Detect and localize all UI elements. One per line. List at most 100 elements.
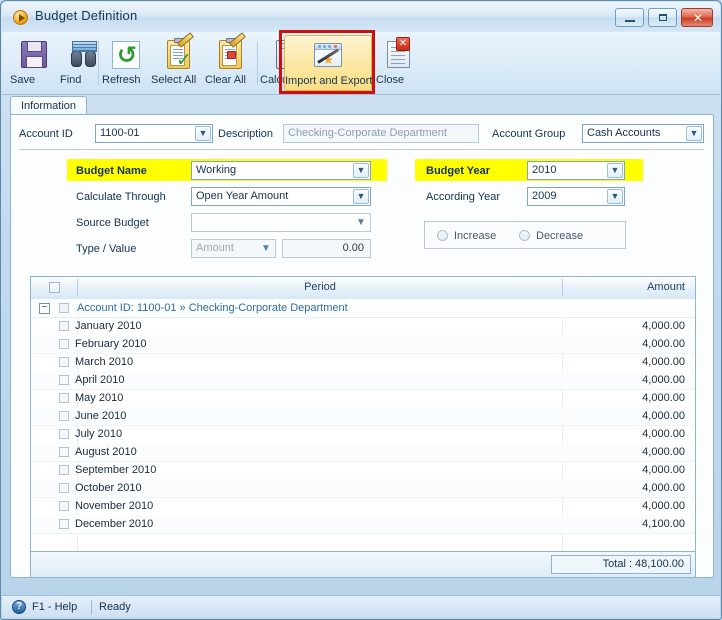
chevron-down-icon[interactable]: ▼	[607, 163, 623, 178]
select-all-label: Select All	[151, 74, 197, 86]
amount-cell: 4,000.00	[642, 392, 685, 404]
period-cell: April 2010	[75, 374, 125, 386]
grid-total-bar: Total : 48,100.00	[30, 552, 696, 578]
table-row[interactable]: January 2010 4,000.00	[31, 317, 695, 336]
table-row[interactable]: April 2010 4,000.00	[31, 371, 695, 390]
chevron-down-icon[interactable]: ▼	[195, 126, 211, 141]
select-all-checkbox[interactable]	[49, 282, 60, 293]
budget-year-value: 2010	[532, 164, 557, 176]
table-row[interactable]: March 2010 4,000.00	[31, 353, 695, 372]
row-checkbox[interactable]	[59, 357, 69, 367]
row-checkbox[interactable]	[59, 393, 69, 403]
description-field[interactable]: Checking-Corporate Department	[283, 124, 479, 143]
account-group-value: Cash Accounts	[587, 127, 661, 139]
type-value: Amount	[196, 242, 234, 254]
row-checkbox[interactable]	[59, 429, 69, 439]
close-button[interactable]: ✕ Close	[376, 35, 422, 91]
budget-year-combo[interactable]: 2010 ▼	[527, 161, 625, 180]
budget-name-value: Working	[196, 164, 237, 176]
period-cell: October 2010	[75, 482, 142, 494]
clear-all-button[interactable]: Clear All	[205, 32, 257, 91]
amount-cell: 4,000.00	[642, 374, 685, 386]
status-text: Ready	[99, 601, 131, 613]
calculate-through-combo[interactable]: Open Year Amount ▼	[191, 187, 371, 206]
tab-strip: Information	[10, 96, 714, 115]
calculate-through-label: Calculate Through	[76, 191, 166, 203]
chevron-down-icon[interactable]: ▼	[686, 126, 702, 141]
chevron-down-icon[interactable]: ▼	[258, 241, 274, 256]
collapse-icon[interactable]: −	[39, 303, 50, 314]
find-label: Find	[60, 74, 82, 86]
refresh-label: Refresh	[102, 74, 141, 86]
row-checkbox[interactable]	[59, 321, 69, 331]
group-row-label: Account ID: 1100-01 » Checking-Corporate…	[77, 302, 348, 314]
row-checkbox[interactable]	[59, 339, 69, 349]
total-value: Total : 48,100.00	[551, 555, 691, 574]
amount-cell: 4,000.00	[642, 338, 685, 350]
period-cell: September 2010	[75, 464, 157, 476]
help-text[interactable]: F1 - Help	[32, 600, 77, 614]
grid-group-row[interactable]: − Account ID: 1100-01 » Checking-Corpora…	[31, 299, 695, 318]
table-row[interactable]: November 2010 4,000.00	[31, 497, 695, 516]
chevron-down-icon[interactable]: ▼	[607, 189, 623, 204]
row-checkbox[interactable]	[59, 501, 69, 511]
period-cell: December 2010	[75, 518, 154, 530]
save-button[interactable]: Save	[10, 35, 58, 91]
find-button[interactable]: Find	[60, 35, 108, 91]
increase-label: Increase	[454, 230, 497, 242]
account-group-combo[interactable]: Cash Accounts ▼	[582, 124, 704, 143]
table-row[interactable]: August 2010 4,000.00	[31, 443, 695, 462]
account-id-combo[interactable]: 1100-01 ▼	[95, 124, 213, 143]
table-row[interactable]: October 2010 4,000.00	[31, 479, 695, 498]
table-row[interactable]: July 2010 4,000.00	[31, 425, 695, 444]
row-checkbox[interactable]	[59, 519, 69, 529]
group-row-checkbox[interactable]	[59, 303, 69, 313]
budget-definition-window: Budget Definition ✕ Save Find ↺ Refresh	[0, 0, 722, 620]
close-icon: ✕	[693, 11, 704, 25]
chevron-down-icon[interactable]: ▼	[353, 189, 369, 204]
tab-information[interactable]: Information	[10, 96, 88, 115]
source-budget-combo[interactable]: ▼	[191, 213, 371, 232]
column-header-amount[interactable]: Amount	[563, 277, 695, 298]
toolbar-separator	[98, 41, 99, 85]
column-header-period[interactable]: Period	[78, 277, 562, 298]
table-row[interactable]: May 2010 4,000.00	[31, 389, 695, 408]
value-field[interactable]: 0.00	[282, 239, 371, 258]
amount-cell: 4,000.00	[642, 500, 685, 512]
table-row[interactable]: December 2010 4,100.00	[31, 515, 695, 534]
row-checkbox[interactable]	[59, 375, 69, 385]
budget-year-label: Budget Year	[426, 165, 490, 177]
increase-radio[interactable]	[437, 230, 448, 241]
type-combo[interactable]: Amount ▼	[191, 239, 276, 258]
period-cell: February 2010	[75, 338, 147, 350]
row-checkbox[interactable]	[59, 483, 69, 493]
refresh-button[interactable]: ↺ Refresh	[102, 35, 150, 91]
table-row[interactable]: September 2010 4,000.00	[31, 461, 695, 480]
row-checkbox[interactable]	[59, 465, 69, 475]
binoculars-icon	[68, 39, 100, 71]
according-year-label: According Year	[426, 191, 500, 203]
save-label: Save	[10, 74, 36, 86]
amount-cell: 4,000.00	[642, 320, 685, 332]
minimize-button[interactable]	[615, 8, 644, 27]
refresh-arrows-icon: ↺	[110, 39, 142, 71]
chevron-down-icon[interactable]: ▼	[353, 163, 369, 178]
chevron-down-icon[interactable]: ▼	[353, 215, 369, 230]
select-all-button[interactable]: ✓ Select All	[151, 32, 207, 91]
table-row[interactable]: February 2010 4,000.00	[31, 335, 695, 354]
close-window-button[interactable]: ✕	[681, 8, 713, 27]
budget-name-label: Budget Name	[76, 165, 147, 177]
decrease-radio[interactable]	[519, 230, 530, 241]
period-cell: January 2010	[75, 320, 142, 332]
row-checkbox[interactable]	[59, 447, 69, 457]
account-id-label: Account ID	[19, 128, 73, 140]
form-divider	[19, 149, 704, 150]
budget-name-combo[interactable]: Working ▼	[191, 161, 371, 180]
adjust-direction-group: Increase Decrease	[424, 221, 626, 249]
according-year-combo[interactable]: 2009 ▼	[527, 187, 625, 206]
table-row[interactable]: June 2010 4,000.00	[31, 407, 695, 426]
calculate-through-value: Open Year Amount	[196, 190, 289, 202]
maximize-button[interactable]	[648, 8, 677, 27]
help-icon[interactable]: ?	[12, 600, 26, 614]
row-checkbox[interactable]	[59, 411, 69, 421]
